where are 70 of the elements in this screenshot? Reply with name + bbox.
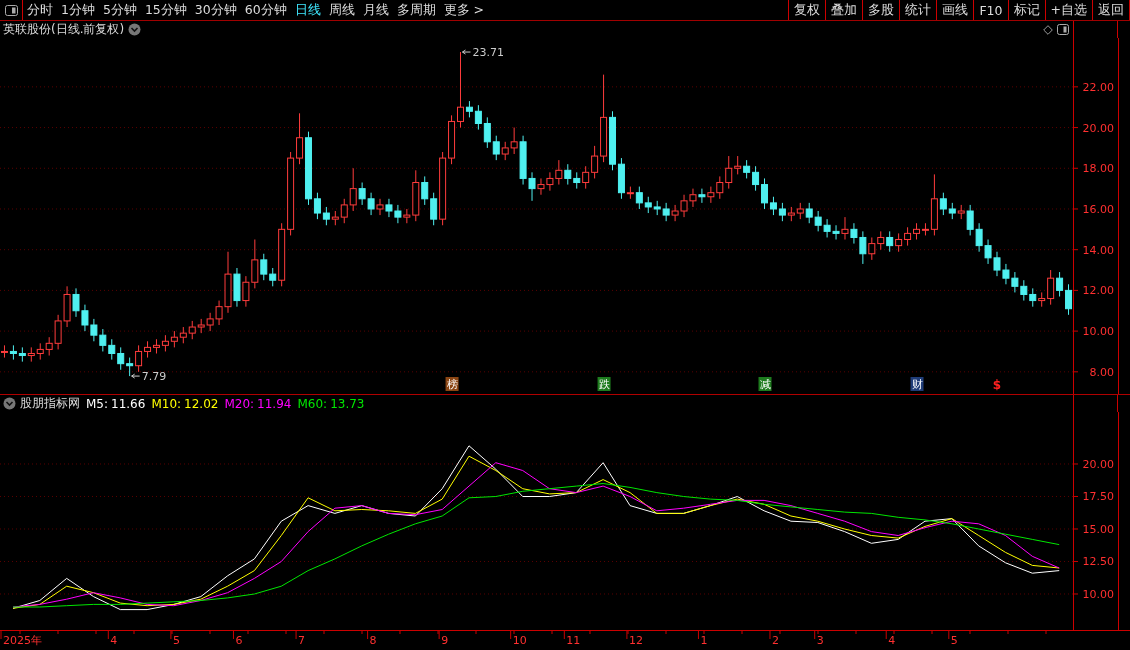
toolbar-button[interactable]: 多股 xyxy=(862,0,900,20)
period-tab[interactable]: 多周期 xyxy=(392,1,440,19)
month-label: 10 xyxy=(512,634,527,647)
series-name: M20: xyxy=(224,396,255,411)
annotation: 7.79 xyxy=(141,370,167,384)
flag-marker[interactable]: $ xyxy=(992,378,1002,392)
indicator-title: 股朋指标网 xyxy=(20,395,80,412)
period-tab[interactable]: 更多 > xyxy=(439,1,489,19)
period-tab[interactable]: 5分钟 xyxy=(98,1,141,19)
month-label: 11 xyxy=(566,634,581,647)
period-tab[interactable]: 分时 xyxy=(23,1,57,19)
axis-label: 12.50 xyxy=(1082,555,1114,569)
toolbar-button[interactable]: 叠加 xyxy=(825,0,863,20)
axis-label: 15.00 xyxy=(1082,523,1114,536)
axis-label: 18.00 xyxy=(1082,162,1114,176)
axis-label: 10.00 xyxy=(1082,325,1114,339)
axis-label: 20.00 xyxy=(1082,458,1114,471)
toolbar-button[interactable]: 标记 xyxy=(1007,0,1045,20)
series-value: 12.02 xyxy=(184,396,219,411)
toolbar-button[interactable]: F10 xyxy=(973,0,1008,20)
axis-label: 17.50 xyxy=(1082,490,1114,504)
period-tab[interactable]: 日线 xyxy=(290,1,325,19)
axis-label: 16.00 xyxy=(1082,203,1114,216)
month-label: 12 xyxy=(628,634,643,647)
event-marker[interactable]: 跌 xyxy=(597,377,611,391)
series-value: 11.94 xyxy=(257,396,292,411)
toolbar-button[interactable]: 画线 xyxy=(936,0,974,20)
period-tab[interactable]: 15分钟 xyxy=(140,1,191,19)
month-label: 2 xyxy=(772,634,779,647)
period-tab[interactable]: 月线 xyxy=(358,1,393,19)
event-marker[interactable]: 减 xyxy=(758,377,772,391)
panel-toggle-icon[interactable] xyxy=(4,4,18,16)
dropdown-icon[interactable] xyxy=(128,23,142,36)
axis-label: 20.00 xyxy=(1082,121,1114,135)
axis-label: 10.00 xyxy=(1082,588,1114,601)
month-label: 4 xyxy=(888,634,896,647)
series-name: M60: xyxy=(297,396,328,411)
axis-label: 12.00 xyxy=(1082,284,1114,298)
stock-title: 英联股份(日线.前复权) xyxy=(3,21,125,38)
period-tab[interactable]: 30分钟 xyxy=(190,1,241,19)
axis-label: 14.00 xyxy=(1082,243,1114,257)
period-tab[interactable]: 60分钟 xyxy=(240,1,291,19)
axis-label: 8.00 xyxy=(1089,365,1114,379)
month-label: 5 xyxy=(950,634,958,647)
annotation: 23.71 xyxy=(472,46,504,60)
collapse-icon[interactable] xyxy=(3,397,16,410)
series-value: 11.66 xyxy=(111,396,146,411)
month-label: 6 xyxy=(235,634,243,647)
month-label: 9 xyxy=(441,634,449,647)
month-label: 5 xyxy=(172,634,180,647)
series-name: M10: xyxy=(151,396,182,411)
diamond-icon[interactable] xyxy=(1043,24,1053,35)
toolbar-button[interactable]: +自选 xyxy=(1044,0,1092,20)
toolbar-button[interactable]: 复权 xyxy=(788,0,826,20)
toolbar-button[interactable]: 返回 xyxy=(1092,0,1130,20)
panel-toggle-icon[interactable] xyxy=(1057,24,1069,35)
event-marker[interactable]: 财 xyxy=(910,377,924,391)
month-label: 4 xyxy=(110,634,118,647)
month-label: 8 xyxy=(369,634,377,647)
toolbar-button[interactable]: 统计 xyxy=(899,0,937,20)
axis-label: 22.00 xyxy=(1082,80,1114,94)
period-tab[interactable]: 周线 xyxy=(324,1,359,19)
month-label: 1 xyxy=(700,634,708,647)
event-marker[interactable]: 榜 xyxy=(445,377,459,391)
month-label: 7 xyxy=(298,634,306,647)
month-label: 2025年 xyxy=(3,634,42,647)
series-name: M5: xyxy=(86,396,109,411)
series-value: 13.73 xyxy=(330,396,365,411)
period-tab[interactable]: 1分钟 xyxy=(57,1,99,19)
month-label: 3 xyxy=(816,634,824,647)
